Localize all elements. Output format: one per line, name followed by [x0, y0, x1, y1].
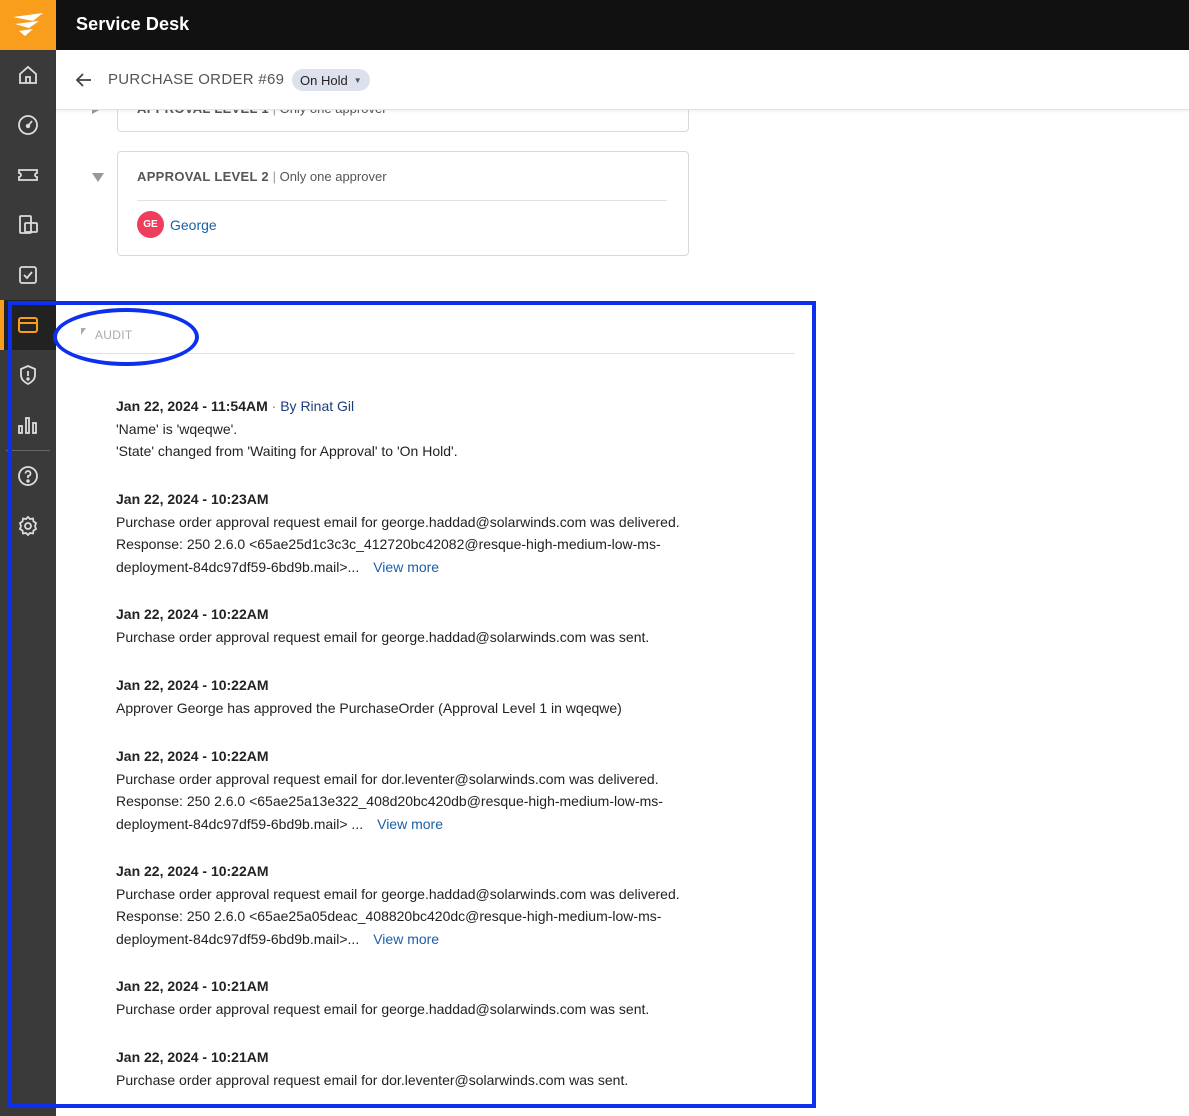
help-icon [18, 466, 38, 486]
audit-date: Jan 22, 2024 - 10:21AM [116, 978, 269, 994]
home-icon [19, 65, 37, 84]
devices-icon [19, 215, 38, 234]
ticket-icon [18, 169, 38, 181]
app-title: Service Desk [76, 14, 190, 34]
view-more-link[interactable]: View more [373, 931, 439, 947]
nav-assets[interactable] [0, 200, 56, 250]
approval-level-2-card: APPROVAL LEVEL 2 | Only one approver GE … [117, 151, 689, 256]
audit-line: Purchase order approval request email fo… [116, 1000, 650, 1017]
page-title: PURCHASE ORDER #69 [108, 71, 285, 88]
collapse-triangle-icon[interactable] [81, 328, 86, 335]
audit-line: Approver George has approved the Purchas… [116, 699, 622, 716]
audit-entry: Jan 22, 2024 - 10:22AM Approver George h… [116, 674, 796, 719]
audit-date: Jan 22, 2024 - 10:22AM [116, 606, 269, 622]
nav-tasks[interactable] [0, 250, 56, 300]
nav-risk[interactable] [0, 350, 56, 400]
audit-line: 'State' changed from 'Waiting for Approv… [116, 443, 458, 459]
audit-line: Purchase order approval request email fo… [116, 628, 650, 645]
gauge-icon [18, 115, 38, 135]
audit-line: deployment-84dc97df59-6bd9b.mail>... [116, 558, 360, 575]
view-more-link[interactable]: View more [377, 816, 443, 832]
audit-entry: Jan 22, 2024 - 11:54AM · By Rinat Gil 'N… [116, 395, 796, 463]
top-bar: Service Desk [0, 0, 1189, 50]
audit-date: Jan 22, 2024 - 10:22AM [116, 748, 269, 764]
checkbox-icon [19, 266, 37, 284]
nav-home[interactable] [0, 50, 56, 100]
audit-date: Jan 22, 2024 - 11:54AM [116, 398, 268, 414]
nav-dashboard[interactable] [0, 100, 56, 150]
back-arrow-icon[interactable] [74, 70, 94, 90]
audit-line: deployment-84dc97df59-6bd9b.mail>... [116, 930, 360, 947]
audit-entry: Jan 22, 2024 - 10:22AM Purchase order ap… [116, 745, 796, 835]
bar-chart-icon [18, 417, 37, 434]
audit-divider [76, 353, 795, 354]
approval-rule: Only one approver [279, 169, 387, 184]
status-value: On Hold [300, 72, 348, 88]
audit-line: Response: 250 2.6.0 <65ae25a05deac_40882… [116, 908, 662, 924]
audit-entry: Jan 22, 2024 - 10:22AM Purchase order ap… [116, 603, 796, 648]
audit-line: Purchase order approval request email fo… [116, 1071, 629, 1088]
audit-author: By Rinat Gil [280, 398, 355, 414]
nav-help[interactable] [0, 451, 56, 501]
audit-entry: Jan 22, 2024 - 10:23AM Purchase order ap… [116, 488, 796, 578]
approval-level-label: APPROVAL LEVEL 2 [137, 169, 269, 184]
audit-entry: Jan 22, 2024 - 10:22AM Purchase order ap… [116, 860, 796, 950]
card-icon [18, 317, 38, 333]
audit-section-title[interactable]: AUDIT [95, 328, 133, 342]
collapse-triangle-icon[interactable] [92, 173, 104, 182]
audit-line: Purchase order approval request email fo… [116, 513, 680, 530]
sidebar [0, 50, 56, 1116]
audit-line: Response: 250 2.6.0 <65ae25d1c3c3c_41272… [116, 536, 661, 552]
approver-link[interactable]: George [170, 217, 217, 233]
caret-down-icon: ▼ [353, 75, 362, 85]
audit-date: Jan 22, 2024 - 10:23AM [116, 491, 269, 507]
audit-line: Response: 250 2.6.0 <65ae25a13e322_408d2… [116, 793, 663, 809]
audit-line: Purchase order approval request email fo… [116, 885, 680, 902]
nav-settings[interactable] [0, 501, 56, 551]
audit-line: 'Name' is 'wqeqwe'. [116, 420, 238, 437]
page-header: PURCHASE ORDER #69 On Hold ▼ [56, 50, 1189, 110]
audit-date: Jan 22, 2024 - 10:22AM [116, 863, 269, 879]
shield-alert-icon [20, 365, 36, 386]
audit-date: Jan 22, 2024 - 10:22AM [116, 677, 269, 693]
audit-date: Jan 22, 2024 - 10:21AM [116, 1049, 269, 1065]
nav-tickets[interactable] [0, 150, 56, 200]
audit-entry: Jan 22, 2024 - 10:21AM Purchase order ap… [116, 1046, 796, 1091]
avatar: GE [137, 211, 164, 238]
nav-purchasing[interactable] [0, 300, 56, 350]
audit-line: Purchase order approval request email fo… [116, 770, 659, 787]
gear-icon [18, 515, 38, 537]
audit-line: deployment-84dc97df59-6bd9b.mail> ... [116, 815, 364, 832]
status-dropdown[interactable]: On Hold ▼ [292, 69, 370, 91]
view-more-link[interactable]: View more [373, 559, 439, 575]
card-divider [137, 200, 667, 201]
solarwinds-logo-icon[interactable] [0, 0, 56, 50]
nav-reports[interactable] [0, 400, 56, 450]
audit-entry: Jan 22, 2024 - 10:21AM Purchase order ap… [116, 975, 796, 1020]
